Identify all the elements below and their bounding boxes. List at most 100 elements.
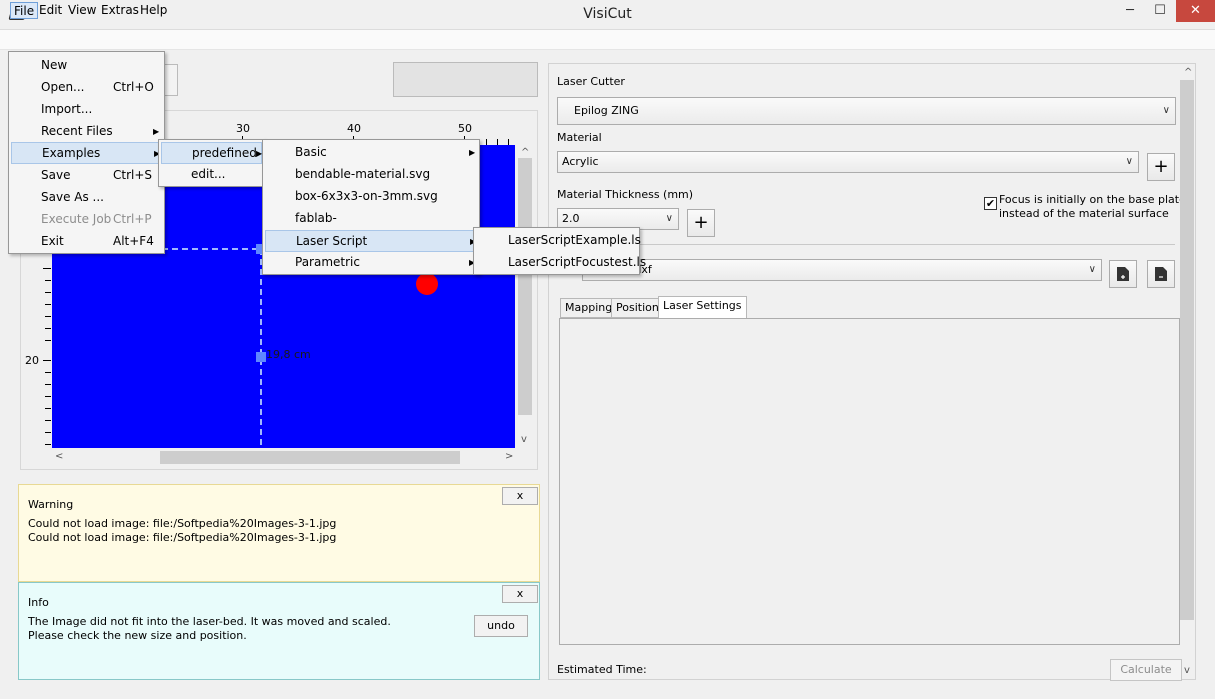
menu-item-open[interactable]: Open... Ctrl+O [11,77,162,99]
menu-item-save[interactable]: Save Ctrl+S [11,165,162,187]
menu-extras[interactable]: Extras [98,2,142,19]
menu-item-laser-script[interactable]: Laser Script▶ [265,230,477,252]
ruler-label-20: 20 [25,354,39,367]
ruler-tick [45,292,51,293]
info-line: Please check the new size and position. [28,629,247,642]
menu-item-new[interactable]: New [11,55,162,77]
menu-view[interactable]: View [65,2,99,19]
focus-label-line2: instead of the material surface [999,207,1169,220]
file-remove-icon [1155,267,1167,281]
scroll-left-icon[interactable]: < [55,451,63,462]
menu-edit[interactable]: Edit [36,2,65,19]
scroll-up-icon[interactable]: ^ [1184,67,1192,78]
menu-help[interactable]: Help [137,2,170,19]
menu-item-examples[interactable]: Examples▶ [11,142,162,164]
thickness-label: Material Thickness (mm) [557,188,694,201]
chevron-down-icon: ∨ [1125,156,1133,167]
file-select[interactable]: mages-3.dxf ∨ [582,259,1102,281]
menu-item-predefined[interactable]: predefined ▶ [161,142,262,164]
warning-panel: Warning Could not load image: file:/Soft… [18,484,540,582]
ruler-tick [45,408,51,409]
ruler-tick [45,384,51,385]
laser-script-submenu: LaserScriptExample.ls LaserScriptFocuste… [473,227,646,275]
chevron-down-icon: ∨ [1088,264,1096,275]
focus-label-line1: Focus is initially on the base plate [999,193,1186,206]
ruler-tick [45,396,51,397]
menu-item-box-6x3x3[interactable]: box-6x3x3-on-3mm.svg [265,186,477,208]
toolbar-action-button[interactable] [393,62,538,97]
menu-bar [0,30,1215,50]
scroll-right-icon[interactable]: > [505,451,513,462]
close-button[interactable]: ✕ [1176,0,1215,22]
ruler-tick [45,420,51,421]
scroll-up-icon[interactable]: ^ [521,147,529,158]
ruler-tick [45,316,51,317]
resize-handle[interactable] [256,352,266,362]
menu-item-edit-examples[interactable]: edit... [161,164,262,186]
warning-close-button[interactable]: x [502,487,538,505]
ruler-tick [45,340,51,341]
ruler-tick [45,432,51,433]
ruler-tick [45,280,51,281]
menu-item-recent-files[interactable]: Recent Files ▶ [11,121,162,143]
tab-mapping[interactable]: Mapping [560,298,618,318]
laser-settings-content [559,318,1180,645]
menu-item-basic[interactable]: Basic ▶ [265,142,477,164]
menu-item-exit[interactable]: Exit Alt+F4 [11,231,162,253]
menu-item-laserscript-focustest[interactable]: LaserScriptFocustest.ls [476,252,646,274]
undo-button[interactable]: undo [474,615,528,637]
menu-item-laserscript-example[interactable]: LaserScriptExample.ls [476,230,641,252]
menu-item-execute-job[interactable]: Execute Job Ctrl+P [11,209,162,231]
ruler-tick [45,372,51,373]
add-material-button[interactable]: + [1147,153,1175,181]
ruler-tick [45,444,51,445]
ruler-label-30: 30 [236,122,250,135]
chevron-down-icon: ∨ [665,213,673,224]
laser-position-marker[interactable] [416,273,438,295]
material-label: Material [557,131,602,144]
info-line: The Image did not fit into the laser-bed… [28,615,391,628]
menu-item-parametric[interactable]: Parametric▶ [265,252,477,274]
material-select[interactable]: Acrylic ∨ [557,151,1139,173]
ruler-tick [45,328,51,329]
calculate-button[interactable]: Calculate [1110,659,1182,681]
warning-title: Warning [28,498,74,511]
menu-item-bendable-material[interactable]: bendable-material.svg [265,164,477,186]
warning-line: Could not load image: file:/Softpedia%20… [28,517,337,530]
laser-cutter-select[interactable]: Epilog ZING ∨ [557,97,1176,125]
remove-file-button[interactable] [1147,260,1175,288]
preview-vertical-scrollbar-thumb[interactable] [518,158,532,415]
examples-submenu: predefined ▶ edit... [158,139,265,187]
minimize-button[interactable]: ─ [1115,0,1145,22]
tab-laser-settings[interactable]: Laser Settings [658,296,747,319]
menu-item-save-as[interactable]: Save As ... [11,187,162,209]
laser-cutter-value: Epilog ZING [574,104,639,117]
ruler-tick [43,360,51,361]
dimension-label: 19,8 cm [266,348,311,361]
maximize-button[interactable]: ☐ [1145,0,1175,22]
window-title: VisiCut [583,6,632,22]
predefined-submenu: Basic ▶ bendable-material.svg box-6x3x3-o… [262,139,480,275]
menu-item-fablab-schluesselanhaenger[interactable]: fablab-schluesselanhaenger.plf [265,208,477,246]
info-close-button[interactable]: x [502,585,538,603]
shortcut-label: Ctrl+O [113,80,154,94]
preview-horizontal-scrollbar-thumb[interactable] [160,451,460,464]
ruler-tick [45,304,51,305]
ruler-tick [43,268,51,269]
add-file-button[interactable] [1109,260,1137,288]
warning-line: Could not load image: file:/Softpedia%20… [28,531,337,544]
chevron-down-icon: ∨ [1162,105,1170,116]
info-panel: Info The Image did not fit into the lase… [18,582,540,680]
focus-checkbox[interactable]: ✔ [984,197,997,210]
menu-file[interactable]: File [10,2,39,19]
ruler-label-40: 40 [347,122,361,135]
scroll-down-icon[interactable]: v [1184,665,1190,676]
file-menu: New Open... Ctrl+O Import... Recent Files… [8,51,165,254]
info-title: Info [28,596,49,609]
menu-item-import[interactable]: Import... [11,99,162,121]
shortcut-label: Alt+F4 [113,234,154,248]
tab-position[interactable]: Position [611,298,664,318]
scroll-down-icon[interactable]: v [521,434,527,445]
add-thickness-button[interactable]: + [687,209,715,237]
settings-vertical-scrollbar[interactable] [1180,80,1194,620]
